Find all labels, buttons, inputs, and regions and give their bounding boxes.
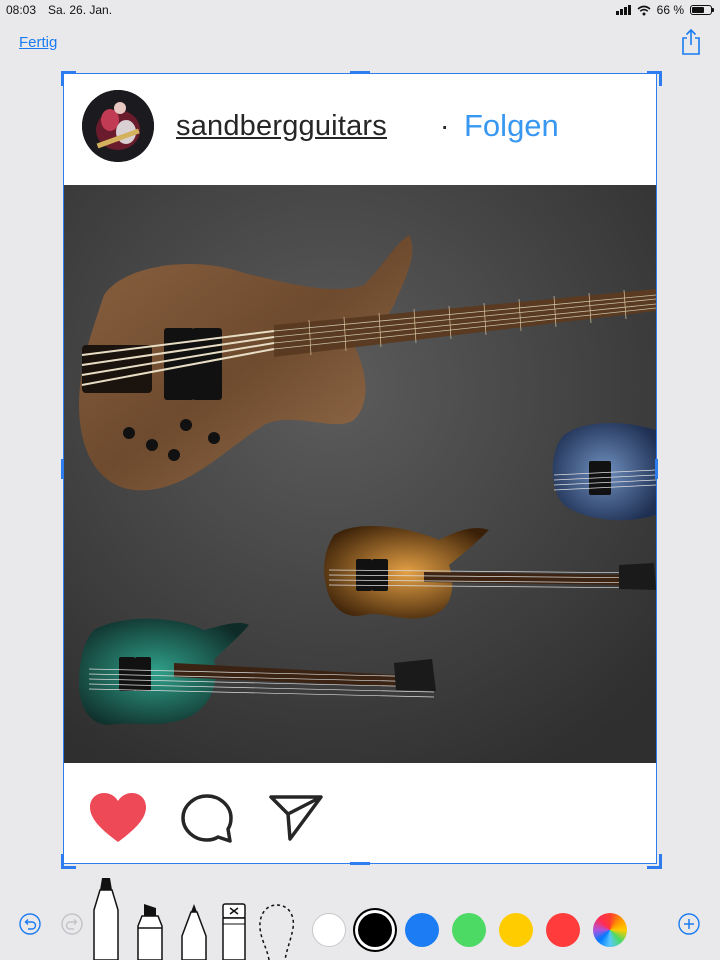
username-link[interactable]: sandbergguitars bbox=[176, 110, 387, 143]
battery-fill bbox=[692, 7, 704, 13]
selection-handle-bottom[interactable] bbox=[350, 862, 370, 865]
add-icon[interactable] bbox=[678, 913, 700, 935]
color-green-swatch[interactable] bbox=[452, 913, 486, 947]
selection-handle-right[interactable] bbox=[655, 459, 658, 479]
pencil-tool[interactable] bbox=[178, 902, 210, 960]
post-image bbox=[64, 185, 656, 763]
color-spectrum-swatch[interactable] bbox=[593, 913, 627, 947]
selection-corner-bl[interactable] bbox=[61, 854, 76, 869]
post-header: sandbergguitars · Folgen bbox=[64, 74, 656, 184]
bass-blue bbox=[552, 423, 656, 521]
status-bar: 08:03 Sa. 26. Jan. 66 % bbox=[0, 0, 720, 20]
color-white-swatch[interactable] bbox=[312, 913, 346, 947]
color-red-swatch[interactable] bbox=[546, 913, 580, 947]
color-black-swatch[interactable] bbox=[358, 913, 392, 947]
undo-icon[interactable] bbox=[19, 913, 41, 935]
battery-percent: 66 % bbox=[656, 3, 684, 17]
redo-icon[interactable] bbox=[61, 913, 83, 935]
selection-corner-tr[interactable] bbox=[647, 71, 662, 86]
wifi-icon bbox=[637, 5, 651, 15]
status-time: 08:03 bbox=[6, 3, 37, 17]
done-button[interactable]: Fertig bbox=[19, 34, 57, 51]
selection-handle-left[interactable] bbox=[61, 459, 64, 479]
bass-guitars-photo bbox=[64, 185, 656, 763]
status-date: Sa. 26. Jan. bbox=[48, 3, 113, 17]
highlighter-tool[interactable] bbox=[134, 902, 166, 960]
send-icon[interactable] bbox=[268, 794, 324, 842]
post-action-bar bbox=[64, 764, 656, 864]
comment-icon[interactable] bbox=[180, 793, 234, 845]
lasso-tool[interactable] bbox=[256, 902, 298, 960]
avatar[interactable] bbox=[82, 90, 154, 162]
selection-corner-tl[interactable] bbox=[61, 71, 76, 86]
status-right: 66 % bbox=[615, 3, 714, 17]
selection-handle-top[interactable] bbox=[350, 71, 370, 74]
eraser-tool[interactable] bbox=[220, 902, 248, 960]
signal-icon bbox=[615, 5, 631, 15]
color-blue-swatch[interactable] bbox=[405, 913, 439, 947]
color-yellow-swatch[interactable] bbox=[499, 913, 533, 947]
separator-dot: · bbox=[440, 110, 450, 141]
share-icon[interactable] bbox=[680, 28, 702, 56]
selection-corner-br[interactable] bbox=[647, 854, 662, 869]
marker-pen-tool[interactable] bbox=[90, 876, 122, 960]
heart-icon[interactable] bbox=[89, 792, 147, 844]
battery-icon bbox=[690, 5, 714, 15]
markup-canvas[interactable]: sandbergguitars · Folgen bbox=[63, 73, 657, 864]
follow-button[interactable]: Folgen bbox=[464, 108, 559, 144]
